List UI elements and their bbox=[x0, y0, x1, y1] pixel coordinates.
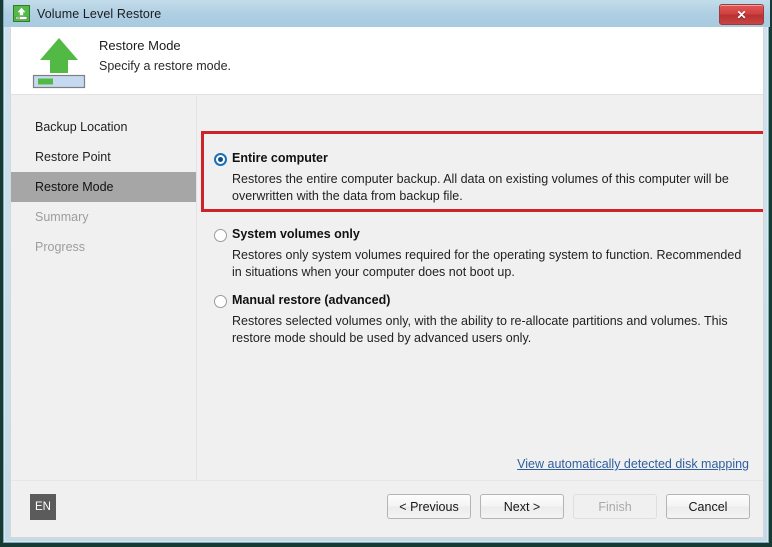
next-button[interactable]: Next > bbox=[480, 494, 564, 519]
window-title: Volume Level Restore bbox=[37, 6, 162, 21]
window-client-area: Restore Mode Specify a restore mode. Bac… bbox=[10, 27, 764, 538]
language-indicator[interactable]: EN bbox=[30, 494, 56, 520]
green-up-arrow-drive-icon bbox=[29, 35, 89, 89]
radio-manual-restore[interactable] bbox=[214, 295, 227, 308]
page-title: Restore Mode bbox=[99, 38, 181, 53]
wizard-button-row: < Previous Next > Finish Cancel bbox=[387, 494, 750, 519]
sidebar-item-progress: Progress bbox=[35, 240, 86, 254]
cancel-button[interactable]: Cancel bbox=[666, 494, 750, 519]
wizard-sidebar: Backup Location Restore Point Restore Mo… bbox=[11, 96, 197, 481]
finish-button: Finish bbox=[573, 494, 657, 519]
option-description: Restores only system volumes required fo… bbox=[232, 248, 742, 279]
option-entire-computer[interactable]: Entire computer Restores the entire comp… bbox=[198, 150, 763, 205]
wizard-header: Restore Mode Specify a restore mode. bbox=[11, 28, 763, 95]
restore-mode-options-panel: Entire computer Restores the entire comp… bbox=[198, 96, 763, 481]
radio-entire-computer[interactable] bbox=[214, 153, 227, 166]
option-label: System volumes only bbox=[232, 227, 360, 241]
sidebar-item-restore-mode[interactable]: Restore Mode bbox=[11, 172, 196, 202]
option-manual-restore-advanced[interactable]: Manual restore (advanced) Restores selec… bbox=[198, 292, 763, 347]
option-label: Entire computer bbox=[232, 151, 328, 165]
option-system-volumes-only[interactable]: System volumes only Restores only system… bbox=[198, 226, 763, 281]
option-label: Manual restore (advanced) bbox=[232, 293, 391, 307]
option-description: Restores the entire computer backup. All… bbox=[232, 172, 729, 203]
previous-button[interactable]: < Previous bbox=[387, 494, 471, 519]
radio-system-volumes-only[interactable] bbox=[214, 229, 227, 242]
volume-level-restore-window: Volume Level Restore ✕ Restore Mode Spec… bbox=[3, 0, 770, 543]
option-description: Restores selected volumes only, with the… bbox=[232, 314, 728, 345]
sidebar-item-restore-point[interactable]: Restore Point bbox=[11, 142, 196, 172]
restore-drive-icon bbox=[13, 5, 30, 22]
window-titlebar: Volume Level Restore ✕ bbox=[4, 0, 770, 27]
view-disk-mapping-link[interactable]: View automatically detected disk mapping bbox=[517, 457, 749, 471]
sidebar-item-backup-location[interactable]: Backup Location bbox=[11, 112, 196, 142]
close-button[interactable]: ✕ bbox=[719, 4, 764, 25]
close-icon: ✕ bbox=[736, 7, 747, 22]
page-subtitle: Specify a restore mode. bbox=[99, 59, 232, 73]
wizard-footer: EN < Previous Next > Finish Cancel bbox=[11, 480, 763, 537]
sidebar-item-summary: Summary bbox=[35, 210, 89, 224]
